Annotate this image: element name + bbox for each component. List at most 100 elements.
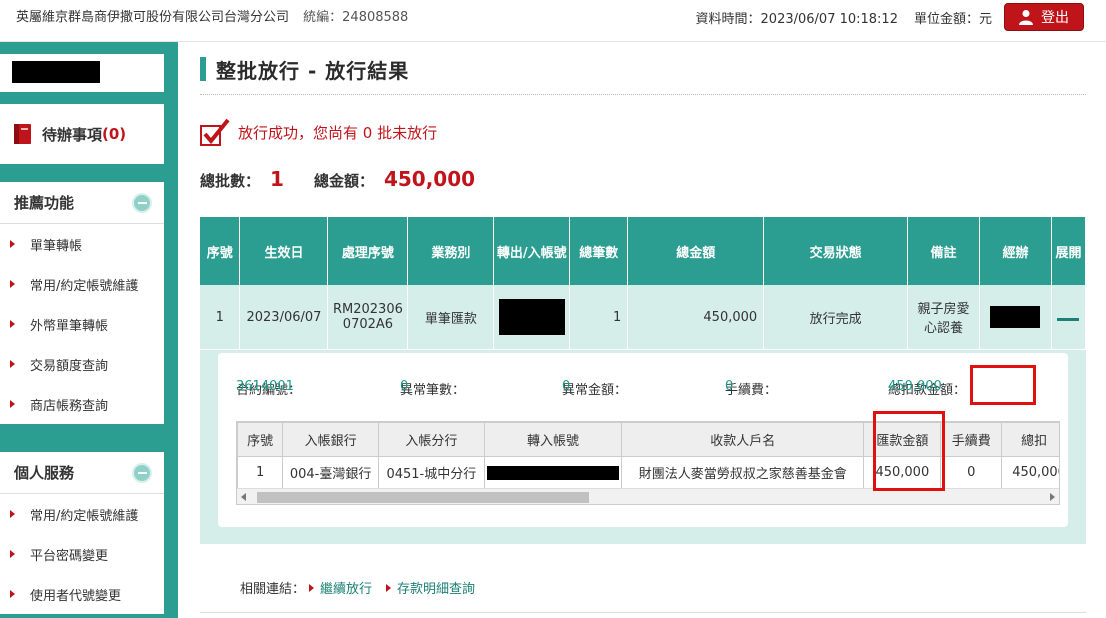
menu-item-account-maintenance[interactable]: 常用/約定帳號維護	[0, 494, 164, 534]
scroll-right-icon[interactable]	[1050, 493, 1055, 501]
arrow-icon	[10, 320, 15, 328]
menu-item-account-maintenance[interactable]: 常用/約定帳號維護	[0, 264, 164, 304]
redacted-handler	[990, 306, 1041, 328]
abnormal-count: 0	[400, 379, 409, 394]
personal-menu: 個人服務 常用/約定帳號維護 平台密碼變更 使用者代號變更	[0, 452, 164, 614]
collapse-icon[interactable]	[132, 462, 152, 483]
top-bar: 英屬維京群島商伊撒可股份有限公司台灣分公司 統編：24808588 資料時間：2…	[0, 0, 1106, 42]
detail-summary: 合約編號： 3614001 異常筆數： 0 異常金額： 0 手續費： 0 總扣款金額： 4…	[236, 379, 967, 398]
recommended-menu: 推薦功能 單筆轉帳 常用/約定帳號維護 外幣單筆轉帳 交易額度查詢 商店帳務查詢	[0, 182, 164, 424]
cell-account	[493, 285, 571, 349]
todo-link[interactable]: 待辦事項 (0)	[0, 104, 164, 164]
cell-status: 放行完成	[763, 285, 909, 349]
highlight-box	[970, 365, 1036, 405]
recommended-menu-header[interactable]: 推薦功能	[0, 182, 164, 224]
cell-seq: 1	[237, 456, 284, 489]
logout-label: 登出	[1041, 10, 1069, 26]
cell-fee: 0	[940, 456, 1003, 489]
detail-panel: 合約編號： 3614001 異常筆數： 0 異常金額： 0 手續費： 0 總扣款金額： 4…	[200, 350, 1086, 544]
col-payee: 收款人戶名	[621, 422, 865, 457]
related-links: 相關連結： 繼續放行 存款明細查詢	[240, 578, 485, 597]
menu-item-password-change[interactable]: 平台密碼變更	[0, 534, 164, 574]
table-row: 1 2023/06/07 RM2023060702A6 單筆匯款 1 450,0…	[200, 285, 1087, 349]
header-right: 資料時間：2023/06/07 10:18:12 單位金額：元 登出	[696, 3, 1084, 31]
minus-icon	[1057, 317, 1080, 321]
total-batches-label: 總批數：	[200, 172, 261, 190]
col-seq: 序號	[200, 217, 241, 285]
scroll-left-icon[interactable]	[241, 493, 246, 501]
todo-count: (0)	[102, 125, 127, 143]
page-title: 整批放行 - 放行結果	[200, 56, 409, 83]
user-icon	[1019, 10, 1033, 25]
cell-amount: 450,000	[627, 285, 765, 349]
cell-branch: 0451-城中分行	[378, 456, 485, 489]
col-seq: 序號	[237, 422, 284, 457]
redacted-username	[12, 61, 100, 83]
col-count: 總筆數	[569, 217, 629, 285]
arrow-icon	[10, 550, 15, 558]
company-name: 英屬維京群島商伊撒可股份有限公司台灣分公司	[16, 10, 290, 25]
cell-remark: 親子房愛心認養	[907, 285, 980, 349]
col-handler: 經辦	[979, 217, 1052, 285]
cell-process-no: RM2023060702A6	[327, 285, 409, 349]
fee: 0	[725, 379, 734, 394]
menu-item-userid-change[interactable]: 使用者代號變更	[0, 574, 164, 614]
todo-label: 待辦事項	[42, 125, 103, 144]
arrow-icon	[309, 583, 315, 592]
checkbox-checked-icon	[200, 118, 230, 146]
cell-payee: 財團法人麥當勞叔叔之家慈善基金會	[621, 456, 865, 489]
sidebar: 待辦事項 (0) 推薦功能 單筆轉帳 常用/約定帳號維護 外幣單筆轉帳 交易額度查…	[0, 42, 178, 618]
col-total: 總扣	[1001, 422, 1059, 457]
book-icon	[14, 124, 31, 144]
arrow-icon	[10, 590, 15, 598]
arrow-icon	[10, 510, 15, 518]
menu-item-store-query[interactable]: 商店帳務查詢	[0, 384, 164, 424]
cell-handler	[979, 285, 1052, 349]
menu-item-limit-query[interactable]: 交易額度查詢	[0, 344, 164, 384]
related-label: 相關連結：	[240, 582, 306, 597]
summary: 總批數： 1 總金額： 450,000	[200, 167, 505, 191]
arrow-icon	[10, 360, 15, 368]
scroll-thumb[interactable]	[257, 492, 589, 503]
col-branch: 入帳分行	[378, 422, 485, 457]
collapse-icon[interactable]	[132, 192, 152, 213]
detail-card: 合約編號： 3614001 異常筆數： 0 異常金額： 0 手續費： 0 總扣款金額： 4…	[218, 353, 1068, 527]
company-info: 英屬維京群島商伊撒可股份有限公司台灣分公司 統編：24808588	[16, 6, 408, 25]
user-box	[0, 54, 164, 92]
bottom-divider	[200, 612, 1086, 613]
batch-table: 序號 生效日 處理序號 業務別 轉出/入帳號 總筆數 總金額 交易狀態 備註 經…	[200, 217, 1087, 349]
total-amount: 450,000	[383, 167, 476, 191]
logout-button[interactable]: 登出	[1004, 3, 1084, 31]
arrow-icon	[10, 240, 15, 248]
abnormal-amount: 0	[562, 379, 571, 394]
total-batches: 1	[270, 167, 284, 191]
arrow-icon	[10, 280, 15, 288]
cell-business: 單筆匯款	[407, 285, 495, 349]
redacted-account	[486, 465, 619, 480]
redacted-account	[498, 299, 565, 335]
contract-no: 3614001	[236, 379, 294, 394]
total-deduct: 450,000	[888, 379, 942, 394]
col-account: 轉入帳號	[483, 422, 623, 457]
col-amount: 總金額	[627, 217, 765, 285]
cell-total: 450,000	[1001, 456, 1059, 489]
col-effective-date: 生效日	[239, 217, 329, 285]
arrow-icon	[386, 583, 392, 592]
col-fee: 手續費	[940, 422, 1003, 457]
success-message: 放行成功，您尚有 0 批未放行	[200, 118, 437, 146]
batch-table-header: 序號 生效日 處理序號 業務別 轉出/入帳號 總筆數 總金額 交易狀態 備註 經…	[200, 217, 1087, 285]
col-status: 交易狀態	[763, 217, 909, 285]
collapse-button[interactable]	[1051, 285, 1087, 349]
cell-seq: 1	[200, 285, 241, 349]
arrow-icon	[10, 400, 15, 408]
menu-item-single-transfer[interactable]: 單筆轉帳	[0, 224, 164, 264]
deposit-detail-link[interactable]: 存款明細查詢	[386, 578, 475, 597]
menu-item-fx-transfer[interactable]: 外幣單筆轉帳	[0, 304, 164, 344]
data-time: 資料時間：2023/06/07 10:18:12	[695, 11, 898, 27]
personal-menu-header[interactable]: 個人服務	[0, 452, 164, 494]
col-process-no: 處理序號	[327, 217, 409, 285]
highlight-box	[873, 411, 945, 491]
continue-release-link[interactable]: 繼續放行	[309, 578, 372, 597]
col-business: 業務別	[407, 217, 495, 285]
personal-title: 個人服務	[14, 464, 75, 482]
